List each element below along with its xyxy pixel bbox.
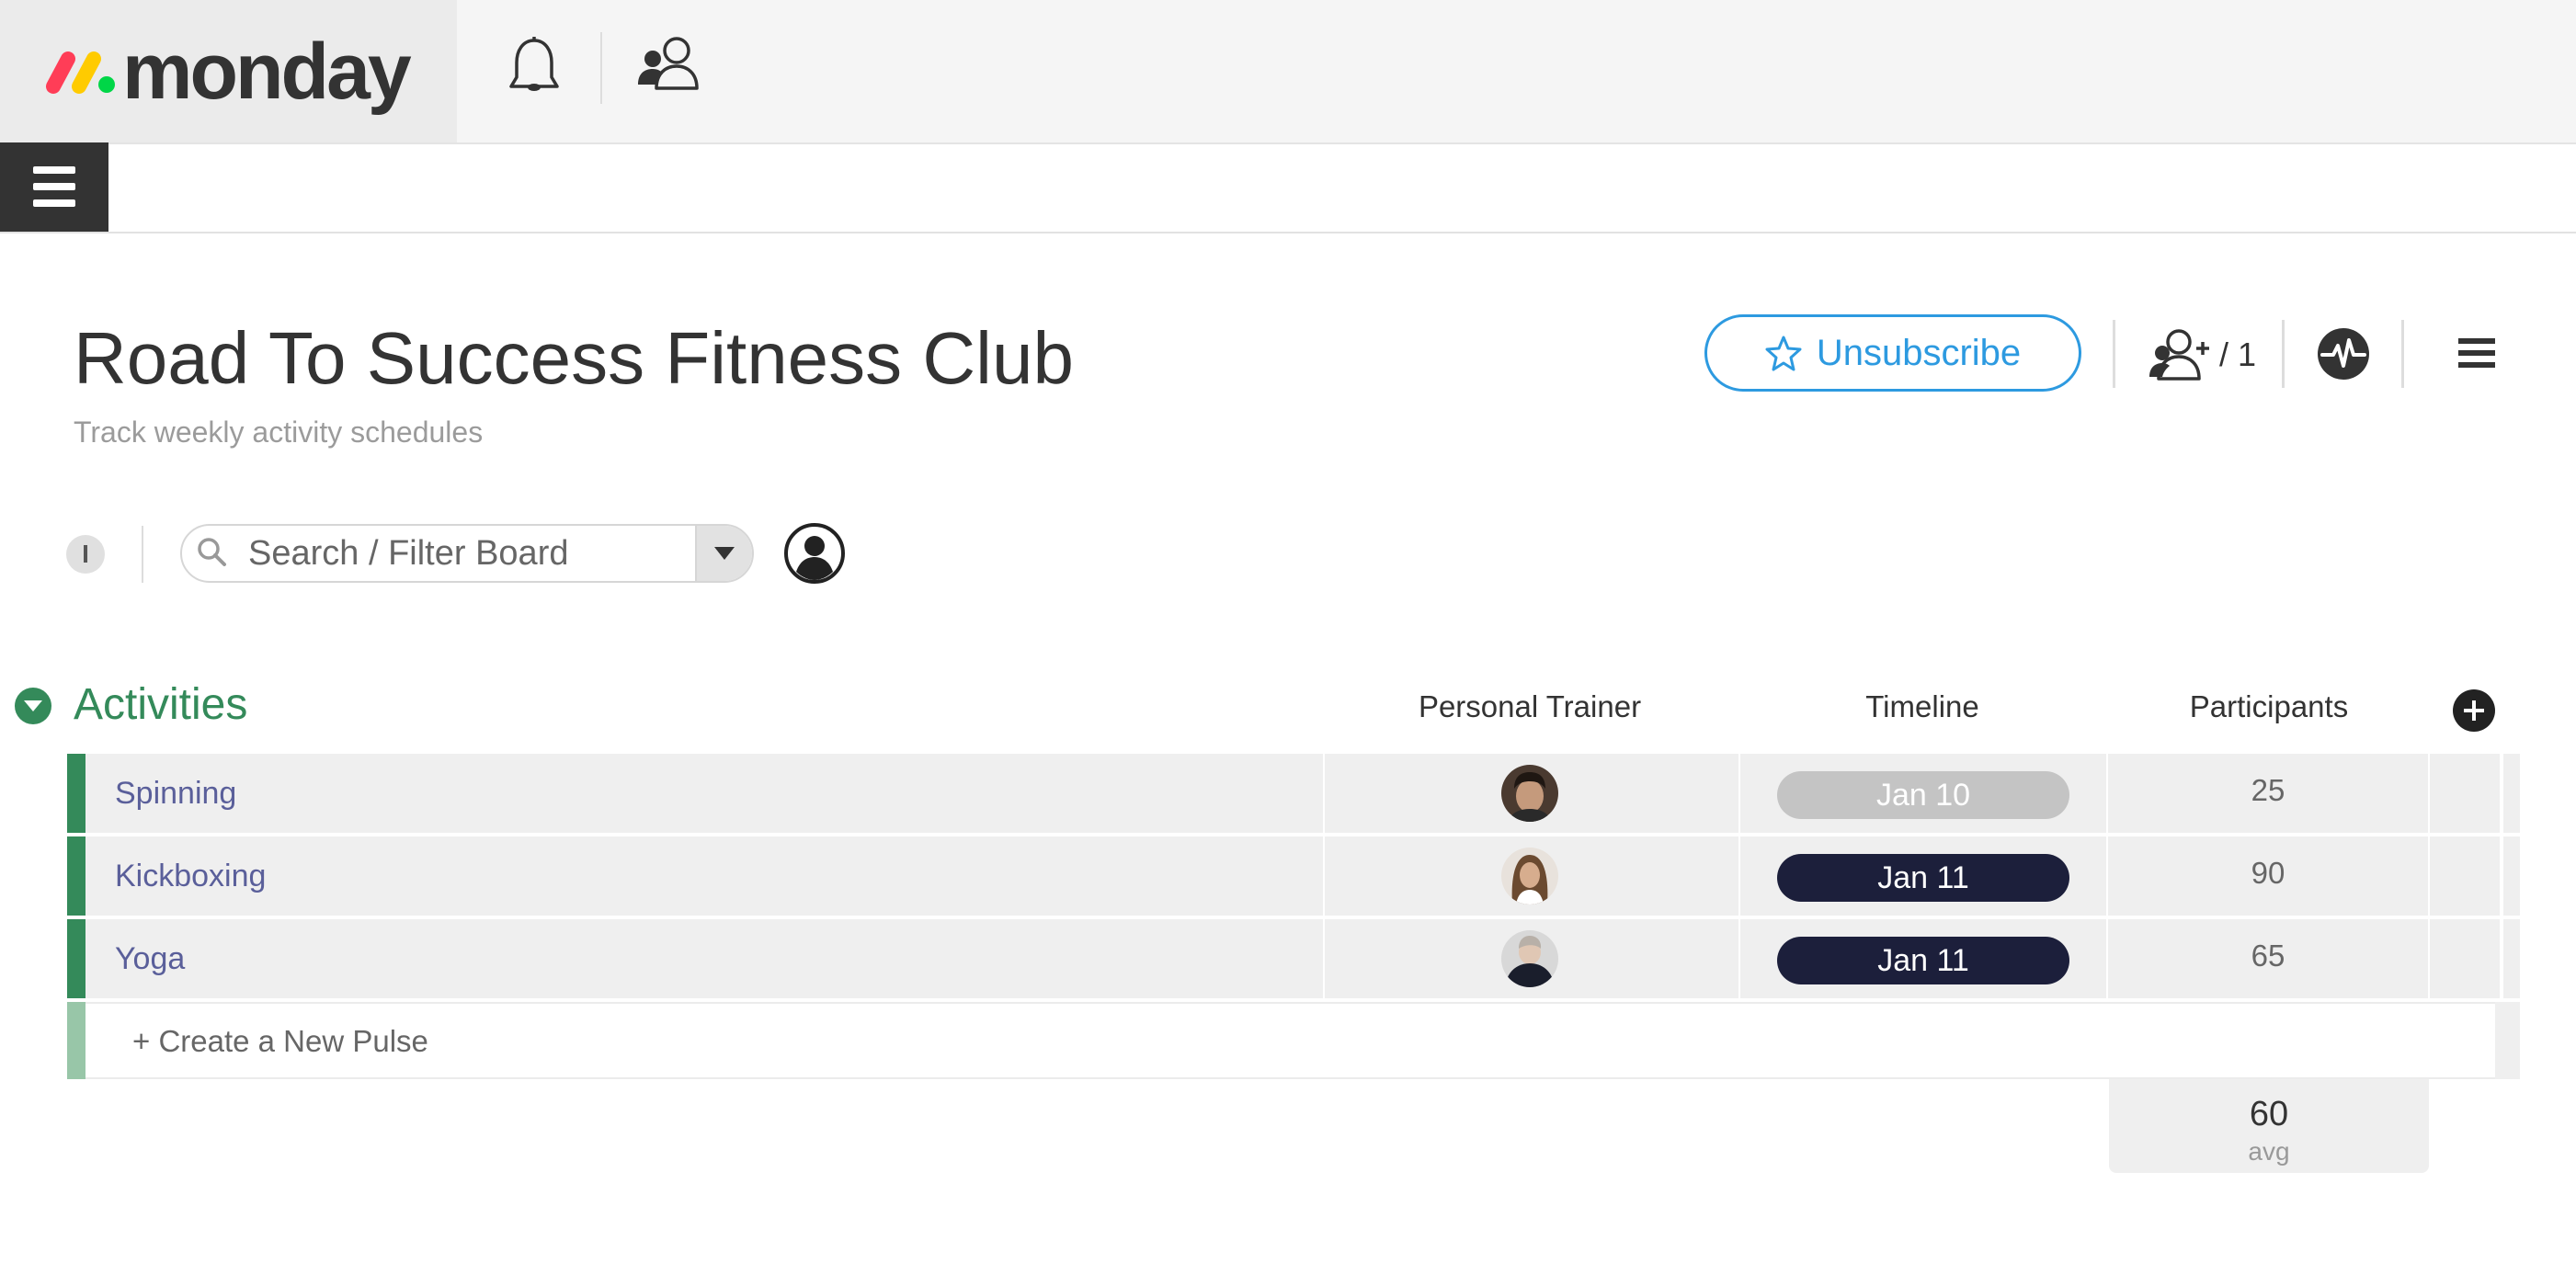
summary-label: avg bbox=[2248, 1137, 2290, 1166]
table-row[interactable]: Spinning Jan 10 25 bbox=[67, 754, 2520, 833]
activity-log-icon[interactable] bbox=[2317, 327, 2370, 381]
trainer-avatar[interactable] bbox=[1501, 848, 1558, 905]
chevron-down-icon bbox=[24, 700, 42, 711]
timeline-pill[interactable]: Jan 11 bbox=[1777, 937, 2069, 984]
trainer-avatar[interactable] bbox=[1501, 765, 1558, 822]
group-color-bar bbox=[67, 1002, 85, 1079]
subbar-divider bbox=[0, 232, 2576, 233]
invite-people-icon[interactable] bbox=[636, 35, 702, 94]
pulse-name[interactable]: Yoga bbox=[115, 919, 185, 998]
row-end-cap bbox=[2495, 1002, 2520, 1079]
main-menu-button[interactable] bbox=[0, 142, 108, 232]
subscribers-count[interactable]: / 1 bbox=[2219, 333, 2256, 377]
participants-value[interactable]: 25 bbox=[2108, 754, 2428, 827]
header-divider bbox=[2113, 320, 2115, 388]
group-collapse-toggle[interactable] bbox=[15, 688, 51, 724]
timeline-pill[interactable]: Jan 10 bbox=[1777, 771, 2069, 819]
participants-value[interactable]: 65 bbox=[2108, 919, 2428, 993]
filter-dropdown-button[interactable] bbox=[695, 526, 752, 581]
summary-value: 60 bbox=[2249, 1095, 2289, 1133]
create-pulse-label[interactable]: + Create a New Pulse bbox=[132, 1004, 428, 1079]
group-color-bar bbox=[67, 919, 85, 998]
person-filter-icon[interactable] bbox=[783, 522, 846, 585]
search-icon bbox=[198, 538, 226, 566]
hamburger-icon bbox=[33, 166, 75, 207]
bell-icon[interactable] bbox=[504, 35, 564, 99]
add-column-button[interactable] bbox=[2453, 689, 2495, 732]
group-color-bar bbox=[67, 836, 85, 916]
plus-icon bbox=[2464, 700, 2484, 721]
unsubscribe-label: Unsubscribe bbox=[1816, 332, 2022, 373]
pulse-name[interactable]: Kickboxing bbox=[115, 836, 266, 916]
subscribers-icon[interactable] bbox=[2149, 327, 2214, 382]
unsubscribe-button[interactable]: Unsubscribe bbox=[1704, 314, 2081, 392]
column-header-personal-trainer[interactable]: Personal Trainer bbox=[1323, 688, 1737, 726]
chevron-down-icon bbox=[714, 547, 735, 560]
group-color-bar bbox=[67, 754, 85, 833]
participants-value[interactable]: 90 bbox=[2108, 836, 2428, 910]
search-input[interactable] bbox=[248, 526, 752, 581]
header-divider bbox=[2401, 320, 2404, 388]
column-header-timeline[interactable]: Timeline bbox=[1738, 688, 2106, 726]
logo-mark-icon bbox=[46, 51, 115, 94]
create-pulse-row[interactable] bbox=[67, 1002, 2520, 1079]
group-title[interactable]: Activities bbox=[74, 676, 247, 734]
column-header-participants[interactable]: Participants bbox=[2108, 688, 2430, 726]
trainer-avatar[interactable] bbox=[1501, 930, 1558, 987]
search-filter-box[interactable] bbox=[180, 524, 754, 583]
star-icon bbox=[1765, 336, 1802, 371]
table-row[interactable]: Yoga Jan 11 65 bbox=[67, 919, 2520, 998]
board-description[interactable]: Track weekly activity schedules bbox=[74, 412, 483, 452]
board-menu-icon[interactable] bbox=[2455, 333, 2499, 373]
pulse-name[interactable]: Spinning bbox=[115, 754, 236, 833]
board-info-icon[interactable]: I bbox=[66, 535, 105, 574]
topbar-divider bbox=[600, 32, 602, 104]
timeline-pill[interactable]: Jan 11 bbox=[1777, 854, 2069, 902]
board-title[interactable]: Road To Success Fitness Club bbox=[74, 313, 1074, 404]
header-divider bbox=[2282, 320, 2285, 388]
filter-divider bbox=[142, 526, 143, 583]
table-row[interactable]: Kickboxing Jan 11 90 bbox=[67, 836, 2520, 916]
logo-text: monday bbox=[122, 28, 412, 116]
